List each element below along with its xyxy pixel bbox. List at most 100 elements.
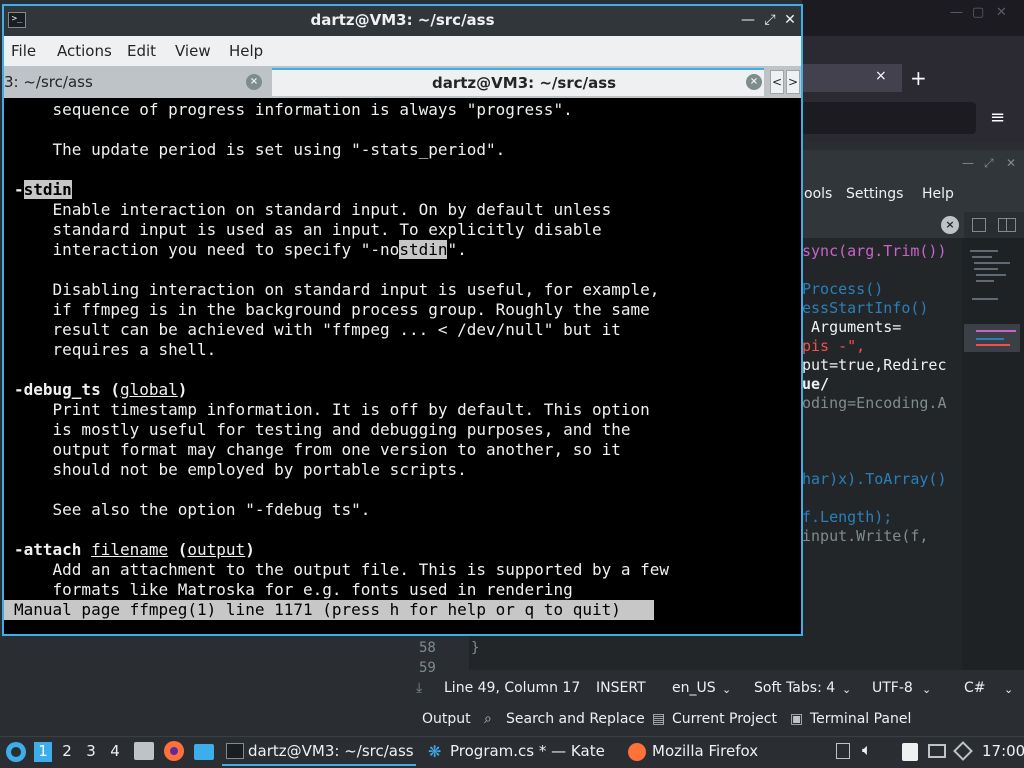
kate-close-button[interactable]: ✕ — [1006, 156, 1016, 170]
download-icon: ⤓ — [416, 680, 423, 696]
firefox-menu-icon[interactable]: ≡ — [990, 106, 1010, 130]
kate-editor[interactable]: sync(arg.Trim()) Process() essStartInfo(… — [802, 238, 960, 670]
man-line: output format may change from one versio… — [14, 440, 621, 459]
clock[interactable]: 17:00 — [982, 742, 1024, 760]
kate-editor-bottom[interactable]: } — [469, 636, 802, 670]
man-option-stdin: -stdin — [14, 180, 72, 199]
line-number: 59 — [419, 660, 436, 676]
kate-statusbar: ⤓ Line 49, Column 17 INSERT en_US ⌄ Soft… — [408, 676, 1024, 702]
app-launcher-icon[interactable] — [6, 742, 26, 762]
menu-edit[interactable]: Edit — [127, 42, 156, 60]
firefox-tab-close-icon[interactable]: × — [875, 68, 891, 84]
tab-scroll-left-button[interactable]: < — [770, 70, 784, 94]
task-kate[interactable]: ❋ Program.cs * — Kate — [422, 738, 616, 766]
kate-tab-close-icon[interactable]: × — [941, 216, 959, 234]
clipboard-icon[interactable] — [836, 743, 850, 759]
man-line: Print timestamp information. It is off b… — [14, 400, 650, 419]
man-status-line: Manual page ffmpeg(1) line 1171 (press h… — [4, 600, 654, 620]
kate-menu-help[interactable]: Help — [922, 186, 954, 206]
man-line: Add an attachment to the output file. Th… — [14, 560, 670, 579]
syntax-select[interactable]: C# — [964, 680, 986, 696]
terminal-output[interactable]: sequence of progress information is alwa… — [4, 98, 801, 634]
menu-file[interactable]: File — [11, 42, 36, 60]
firefox-minimize-button[interactable]: — — [950, 6, 964, 20]
firefox-maximize-button[interactable]: ▢ — [972, 6, 986, 20]
file-manager-icon[interactable] — [134, 742, 154, 760]
terminal-tab-1[interactable]: 3: ~/src/ass × — [4, 68, 270, 96]
tab-label: 3: ~/src/ass — [4, 73, 93, 91]
tab-label: dartz@VM3: ~/src/ass — [432, 74, 617, 92]
firefox-icon — [628, 743, 646, 761]
man-line: Disabling interaction on standard input … — [14, 280, 660, 299]
menu-help[interactable]: Help — [229, 42, 263, 60]
tab-close-icon[interactable]: × — [246, 74, 262, 90]
toolview-terminal-panel[interactable]: Terminal Panel — [810, 711, 911, 727]
man-option-debug-ts: -debug_ts (global) — [14, 380, 188, 399]
kate-split-icon[interactable] — [998, 218, 1016, 232]
desktop-4[interactable]: 4 — [106, 742, 124, 762]
toolview-output[interactable]: Output — [422, 711, 471, 727]
man-line: result can be achieved with "ffmpeg ... … — [14, 320, 621, 339]
search-match: stdin — [399, 240, 448, 259]
kate-menu-settings[interactable]: Settings — [846, 186, 903, 206]
man-status-text: Manual page ffmpeg(1) line 1171 (press h… — [14, 600, 621, 619]
tab-scroll-right-button[interactable]: > — [786, 70, 800, 94]
task-terminal[interactable]: dartz@VM3: ~/src/ass — [222, 738, 416, 766]
toolview-current-project[interactable]: Current Project — [672, 711, 777, 727]
man-line: Enable interaction on standard input. On… — [14, 200, 612, 219]
man-line: if ffmpeg is in the background process g… — [14, 300, 650, 319]
man-line: requires a shell. — [14, 340, 217, 359]
input-mode[interactable]: INSERT — [596, 680, 646, 696]
man-line: The update period is set using "-stats_p… — [14, 140, 506, 159]
tab-close-icon[interactable]: × — [746, 74, 762, 90]
chevron-down-icon: ⌄ — [1004, 683, 1014, 696]
project-icon: ▤ — [652, 711, 666, 727]
minimize-button[interactable]: — — [740, 12, 756, 28]
firefox-new-tab-button[interactable]: + — [910, 64, 930, 92]
kate-minimap[interactable] — [962, 238, 1024, 670]
firefox-close-button[interactable]: ✕ — [996, 6, 1010, 20]
code-line-10: f.Length); — [802, 508, 893, 526]
code-brace: } — [471, 640, 480, 656]
task-label: dartz@VM3: ~/src/ass — [248, 742, 414, 760]
menu-view[interactable]: View — [175, 42, 211, 60]
kate-menu-tools[interactable]: ools — [804, 186, 832, 206]
cursor-position[interactable]: Line 49, Column 17 — [444, 680, 580, 696]
desktop-2[interactable]: 2 — [58, 742, 76, 762]
firefox-url-bar[interactable] — [802, 102, 976, 134]
notes-icon[interactable] — [902, 743, 918, 761]
firefox-icon[interactable] — [164, 741, 184, 761]
code-line-11: input.Write(f, — [802, 527, 929, 545]
indentation-select[interactable]: Soft Tabs: 4 — [754, 680, 835, 696]
task-firefox[interactable]: Mozilla Firefox — [624, 738, 824, 766]
kate-minimize-button[interactable]: — — [962, 156, 974, 170]
display-icon[interactable] — [928, 744, 946, 758]
close-button[interactable]: ✕ — [782, 12, 798, 28]
search-match: stdin — [23, 180, 72, 199]
code-line-6: put=true,Redirec — [802, 356, 947, 374]
kate-icon: ❋ — [428, 742, 442, 761]
desktop-show-icon[interactable] — [194, 744, 214, 760]
chevron-down-icon: ⌄ — [922, 683, 932, 696]
code-line-9: har)x).ToArray() — [802, 470, 947, 488]
kate-line-gutter: 58 59 — [413, 636, 469, 676]
encoding-select[interactable]: UTF-8 — [872, 680, 913, 696]
kate-toolview-bar: Output ⌕ Search and Replace ▤ Current Pr… — [408, 706, 1024, 734]
desktop-1[interactable]: 1 — [34, 742, 52, 762]
code-line-2: Process() — [802, 280, 884, 298]
kate-menubar — [802, 180, 1024, 212]
terminal-tab-2[interactable]: dartz@VM3: ~/src/ass × — [272, 68, 764, 96]
volume-icon[interactable]: 🔈︎ — [862, 740, 872, 760]
search-icon: ⌕ — [484, 711, 492, 727]
maximize-button[interactable]: ⤢ — [762, 12, 778, 28]
code-line-7: ue/ — [802, 375, 830, 393]
dictionary-select[interactable]: en_US — [672, 680, 716, 696]
desktop-3[interactable]: 3 — [82, 742, 100, 762]
toolview-search-replace[interactable]: Search and Replace — [506, 711, 645, 727]
kate-pin-icon[interactable] — [972, 218, 986, 232]
kate-maximize-button[interactable]: ⤢ — [984, 156, 994, 171]
menu-actions[interactable]: Actions — [57, 42, 112, 60]
kate-tab[interactable] — [802, 212, 964, 238]
man-line: standard input is used as an input. To e… — [14, 220, 602, 239]
code-line-1: sync(arg.Trim()) — [802, 242, 947, 260]
